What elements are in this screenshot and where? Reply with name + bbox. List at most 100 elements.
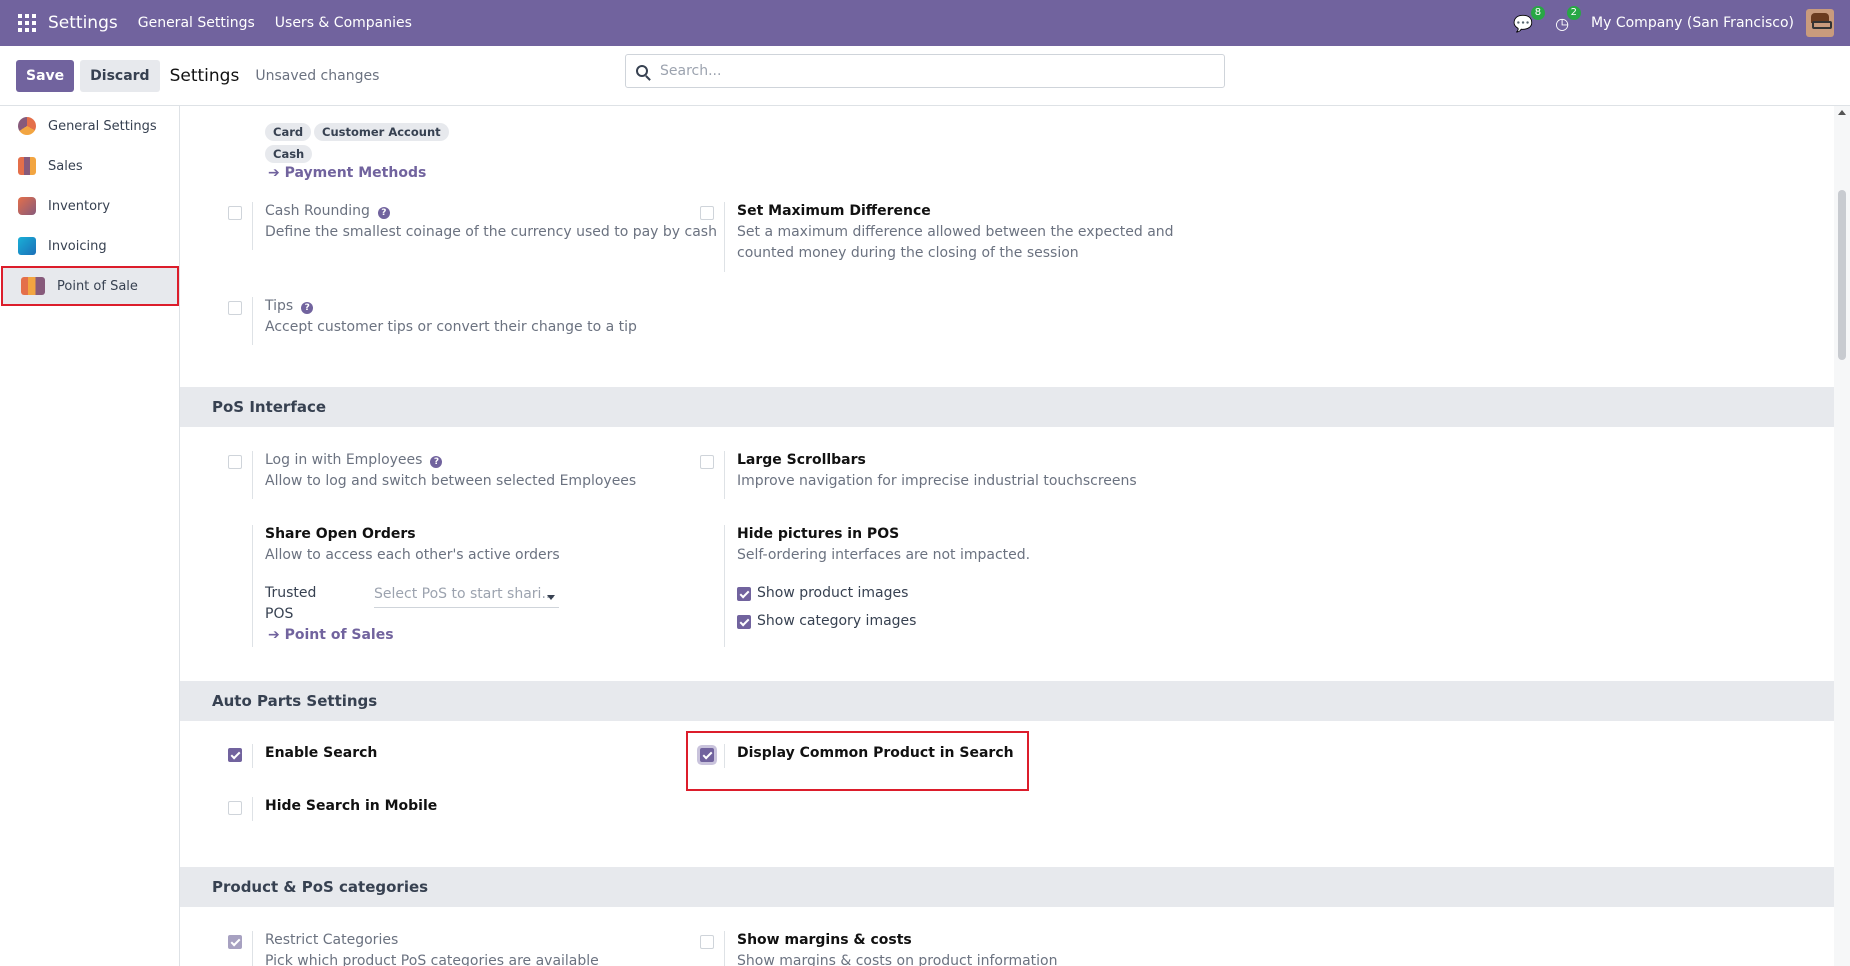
search-placeholder: Search...	[660, 63, 722, 79]
apps-menu-icon[interactable]	[18, 14, 36, 32]
payment-tag-cash[interactable]: Cash	[265, 145, 313, 163]
tips-checkbox[interactable]	[228, 301, 242, 315]
settings-sidebar: General Settings Sales Inventory Invoici…	[0, 106, 180, 966]
content-scrollbar[interactable]	[1834, 106, 1850, 966]
nav-general-settings[interactable]: General Settings	[138, 15, 255, 31]
page-title: Settings	[169, 65, 240, 86]
divider	[724, 451, 725, 499]
chevron-down-icon	[547, 595, 555, 600]
trusted-pos-placeholder: Select PoS to start shari...	[374, 586, 555, 602]
trusted-pos-label-2: POS	[265, 606, 294, 622]
login-employees-label: Log in with Employees	[265, 452, 423, 468]
sales-icon	[18, 157, 36, 175]
display-common-product-checkbox[interactable]	[700, 748, 714, 762]
messages-button[interactable]: 💬 8	[1513, 5, 1546, 33]
discard-button[interactable]: Discard	[80, 59, 160, 92]
hide-search-mobile-title: Hide Search in Mobile	[265, 798, 438, 814]
show-margins-checkbox[interactable]	[700, 935, 714, 949]
max-difference-title: Set Maximum Difference	[737, 203, 931, 219]
large-scrollbars-desc: Improve navigation for imprecise industr…	[737, 473, 1137, 489]
divider	[724, 525, 725, 647]
tips-label: Tips	[265, 298, 294, 314]
section-auto-parts: Auto Parts Settings	[180, 681, 1834, 721]
help-icon[interactable]: ?	[430, 456, 443, 468]
company-switcher[interactable]: My Company (San Francisco)	[1591, 15, 1794, 31]
hide-search-mobile-checkbox[interactable]	[228, 801, 242, 815]
save-button[interactable]: Save	[16, 59, 75, 92]
hide-pictures-title: Hide pictures in POS	[737, 526, 900, 542]
login-employees-desc: Allow to log and switch between selected…	[265, 473, 637, 489]
sidebar-item-general-settings[interactable]: General Settings	[0, 106, 179, 146]
max-difference-desc-1: Set a maximum difference allowed between…	[737, 224, 1174, 240]
max-difference-checkbox[interactable]	[700, 206, 714, 220]
point-of-sales-link[interactable]: ➔ Point of Sales	[268, 627, 394, 643]
trusted-pos-select[interactable]: Select PoS to start shari...	[374, 586, 559, 608]
inventory-icon	[18, 197, 36, 215]
arrow-right-icon: ➔	[268, 165, 280, 181]
restrict-categories-title: Restrict Categories	[265, 932, 399, 948]
payment-tag-customer-account[interactable]: Customer Account	[314, 123, 449, 141]
login-employees-title: Log in with Employees?	[265, 452, 443, 468]
share-orders-desc: Allow to access each other's active orde…	[265, 547, 560, 563]
divider	[724, 931, 725, 966]
activities-badge: 2	[1566, 5, 1582, 20]
control-panel: Save Discard Settings Unsaved changes Se…	[0, 46, 1850, 106]
cash-rounding-checkbox[interactable]	[228, 206, 242, 220]
highlight-box	[686, 731, 1029, 791]
hide-pictures-desc: Self-ordering interfaces are not impacte…	[737, 547, 1031, 563]
app-title[interactable]: Settings	[48, 13, 118, 33]
activities-button[interactable]: ◷ 2	[1555, 5, 1582, 33]
sidebar-item-label: Point of Sale	[57, 278, 138, 294]
top-navbar: Settings General Settings Users & Compan…	[0, 0, 1850, 46]
section-pos-interface: PoS Interface	[180, 387, 1834, 427]
restrict-categories-desc: Pick which product PoS categories are av…	[265, 953, 599, 966]
show-product-images-checkbox[interactable]	[737, 587, 751, 601]
nav-users-companies[interactable]: Users & Companies	[275, 15, 412, 31]
invoicing-icon	[18, 237, 36, 255]
settings-content: Card Customer Account Cash ➔ Payment Met…	[180, 106, 1834, 966]
sidebar-item-inventory[interactable]: Inventory	[0, 186, 179, 226]
show-margins-title: Show margins & costs	[737, 932, 912, 948]
sidebar-item-sales[interactable]: Sales	[0, 146, 179, 186]
help-icon[interactable]: ?	[301, 302, 314, 314]
divider	[252, 744, 253, 768]
payment-tag-card[interactable]: Card	[265, 123, 312, 141]
messages-badge: 8	[1530, 5, 1546, 20]
payment-methods-link[interactable]: ➔ Payment Methods	[268, 165, 426, 181]
general-settings-icon	[18, 117, 36, 135]
cash-rounding-desc: Define the smallest coinage of the curre…	[265, 224, 717, 240]
sidebar-item-label: Inventory	[48, 198, 111, 214]
show-product-images-label: Show product images	[757, 585, 909, 601]
login-employees-checkbox[interactable]	[228, 455, 242, 469]
show-category-images-label: Show category images	[757, 613, 917, 629]
display-common-product-title: Display Common Product in Search	[737, 745, 1014, 761]
unsaved-status: Unsaved changes	[255, 67, 380, 84]
search-input[interactable]: Search...	[625, 54, 1225, 88]
divider	[252, 202, 253, 250]
divider	[724, 744, 725, 768]
sidebar-item-label: Invoicing	[48, 238, 107, 254]
section-categories: Product & PoS categories	[180, 867, 1834, 907]
point-of-sale-icon	[21, 277, 45, 295]
scroll-up-arrow-icon[interactable]	[1838, 110, 1846, 115]
scrollbar-thumb[interactable]	[1838, 190, 1846, 360]
divider	[252, 297, 253, 345]
divider	[252, 797, 253, 821]
divider	[724, 202, 725, 272]
show-category-images-checkbox[interactable]	[737, 615, 751, 629]
user-avatar[interactable]	[1806, 9, 1834, 37]
enable-search-checkbox[interactable]	[228, 748, 242, 762]
help-icon[interactable]: ?	[377, 207, 390, 219]
large-scrollbars-checkbox[interactable]	[700, 455, 714, 469]
chat-icon: 💬	[1513, 13, 1534, 33]
share-orders-title: Share Open Orders	[265, 526, 416, 542]
sidebar-item-point-of-sale[interactable]: Point of Sale	[1, 266, 179, 306]
arrow-right-icon: ➔	[268, 627, 280, 643]
sidebar-item-invoicing[interactable]: Invoicing	[0, 226, 179, 266]
restrict-categories-checkbox[interactable]	[228, 935, 242, 949]
max-difference-desc-2: counted money during the closing of the …	[737, 245, 1079, 261]
large-scrollbars-title: Large Scrollbars	[737, 452, 866, 468]
enable-search-title: Enable Search	[265, 745, 378, 761]
payment-methods-label: Payment Methods	[284, 165, 427, 181]
cash-rounding-label: Cash Rounding	[265, 203, 370, 219]
